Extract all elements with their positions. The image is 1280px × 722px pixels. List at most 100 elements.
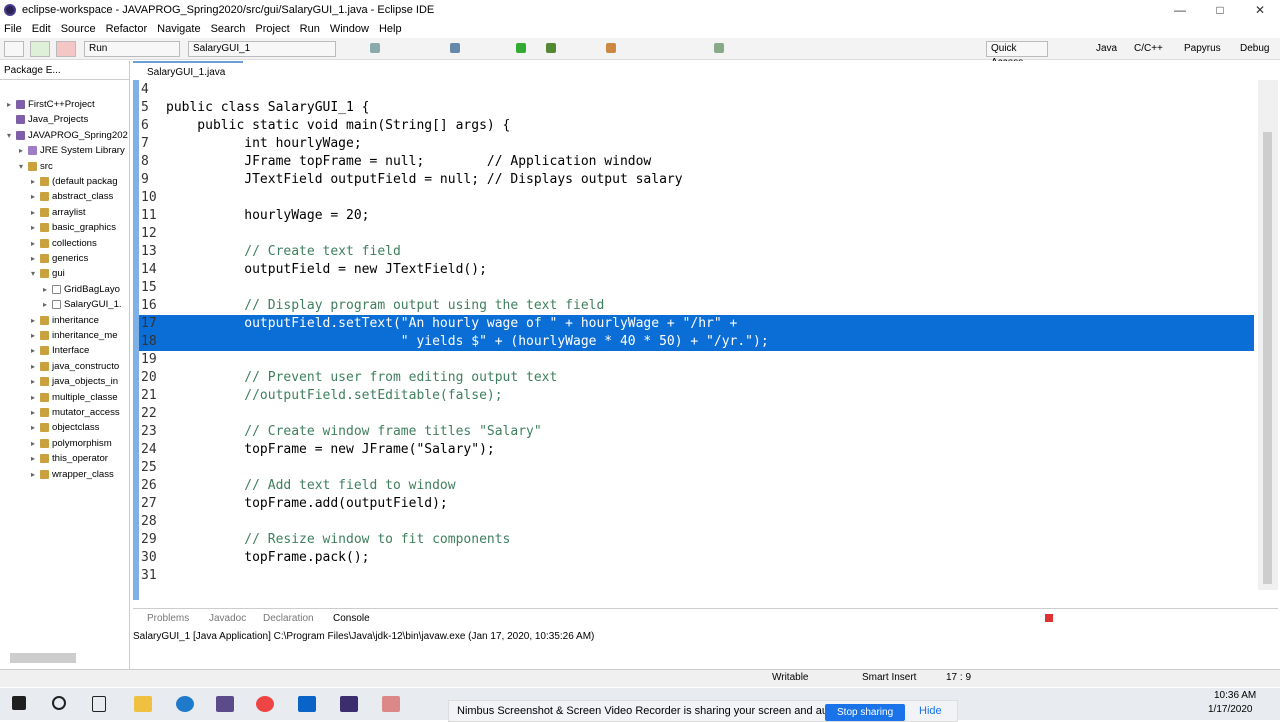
code-line[interactable]: 13 // Create text field [139, 243, 1254, 261]
expand-chevron-icon[interactable]: ▸ [4, 100, 14, 109]
tree-item[interactable]: ▸ FirstC++Project [4, 99, 95, 110]
code-line[interactable]: 18 " yields $" + (hourlyWage * 40 * 50) … [139, 333, 1254, 351]
menu-window[interactable]: Window [330, 23, 369, 35]
menu-project[interactable]: Project [255, 23, 289, 35]
code-line[interactable]: 21 //outputField.setEditable(false); [139, 387, 1254, 405]
terminate-icon[interactable] [1045, 614, 1053, 622]
save-icon[interactable] [450, 43, 460, 53]
new-icon[interactable] [370, 43, 380, 53]
tree-item[interactable]: ▸ basic_graphics [28, 222, 116, 233]
expand-chevron-icon[interactable]: ▾ [28, 269, 38, 278]
quick-access-input[interactable]: Quick Access [986, 41, 1048, 68]
code-line[interactable]: 30 topFrame.pack(); [139, 549, 1254, 567]
expand-chevron-icon[interactable]: ▸ [28, 192, 38, 201]
expand-chevron-icon[interactable]: ▸ [16, 146, 26, 155]
outlook-icon[interactable] [298, 696, 316, 712]
expand-chevron-icon[interactable]: ▸ [28, 254, 38, 263]
tree-item[interactable]: ▸ Interface [28, 345, 89, 356]
menu-file[interactable]: File [4, 23, 22, 35]
tree-item[interactable]: ▾ gui [28, 268, 65, 279]
expand-chevron-icon[interactable]: ▸ [40, 300, 50, 309]
perspective-papyrus[interactable]: Papyrus [1184, 43, 1221, 54]
code-line[interactable]: 17 outputField.setText("An hourly wage o… [139, 315, 1254, 333]
eclipse-taskbar-icon[interactable] [216, 696, 234, 712]
search-icon[interactable] [714, 43, 724, 53]
tab-javadoc[interactable]: Javadoc [209, 613, 246, 624]
tree-item[interactable]: ▸ arraylist [28, 207, 86, 218]
tree-item[interactable]: ▸ objectclass [28, 422, 99, 433]
code-line[interactable]: 25 [139, 459, 1254, 477]
java-app-icon[interactable] [382, 696, 400, 712]
tree-item[interactable]: ▸ java_objects_in [28, 376, 118, 387]
file-explorer-icon[interactable] [134, 696, 152, 712]
tree-item[interactable]: ▸ collections [28, 238, 97, 249]
tree-item[interactable]: ▸ generics [28, 253, 88, 264]
tree-item[interactable]: ▸ polymorphism [28, 438, 112, 449]
code-line[interactable]: 12 [139, 225, 1254, 243]
editor-horizontal-scrollbar[interactable] [143, 591, 1253, 603]
code-line[interactable]: 20 // Prevent user from editing output t… [139, 369, 1254, 387]
code-line[interactable]: 10 [139, 189, 1254, 207]
perspective-cpp[interactable]: C/C++ [1134, 43, 1163, 54]
tab-problems[interactable]: Problems [147, 613, 189, 624]
expand-chevron-icon[interactable]: ▸ [40, 285, 50, 294]
open-type-icon[interactable] [606, 43, 616, 53]
code-line[interactable]: 8 JFrame topFrame = null; // Application… [139, 153, 1254, 171]
run-toolbar-icon[interactable] [516, 43, 526, 53]
tree-item[interactable]: ▸ wrapper_class [28, 469, 114, 480]
coverage-icon[interactable] [546, 43, 556, 53]
tree-item[interactable]: ▸ inheritance_me [28, 330, 118, 341]
tree-item[interactable]: ▸ (default packag [28, 176, 118, 187]
code-line[interactable]: 23 // Create window frame titles "Salary… [139, 423, 1254, 441]
expand-chevron-icon[interactable]: ▸ [28, 408, 38, 417]
tree-item[interactable]: Java_Projects [4, 114, 88, 125]
code-line[interactable]: 15 [139, 279, 1254, 297]
tree-item[interactable]: ▸ mutator_access [28, 407, 120, 418]
expand-chevron-icon[interactable]: ▸ [28, 331, 38, 340]
package-explorer-tab[interactable]: Package E... [4, 65, 61, 76]
cortana-icon[interactable] [52, 696, 66, 710]
expand-chevron-icon[interactable]: ▸ [28, 377, 38, 386]
expand-chevron-icon[interactable]: ▸ [28, 239, 38, 248]
stop-sharing-button[interactable]: Stop sharing [825, 704, 906, 721]
run-config-select[interactable]: Run [84, 41, 180, 57]
launch-target-select[interactable]: SalaryGUI_1 [188, 41, 336, 57]
maximize-button[interactable]: □ [1200, 0, 1240, 20]
tree-item[interactable]: ▸ GridBagLayo [40, 284, 120, 295]
expand-chevron-icon[interactable]: ▸ [28, 346, 38, 355]
tree-scrollbar[interactable] [10, 653, 76, 663]
expand-chevron-icon[interactable]: ▸ [28, 208, 38, 217]
code-line[interactable]: 22 [139, 405, 1254, 423]
expand-chevron-icon[interactable]: ▸ [28, 423, 38, 432]
expand-chevron-icon[interactable]: ▸ [28, 362, 38, 371]
tab-declaration[interactable]: Declaration [263, 613, 314, 624]
code-line[interactable]: 26 // Add text field to window [139, 477, 1254, 495]
code-line[interactable]: 16 // Display program output using the t… [139, 297, 1254, 315]
expand-chevron-icon[interactable]: ▸ [28, 177, 38, 186]
code-line[interactable]: 31 [139, 567, 1254, 585]
menu-run[interactable]: Run [300, 23, 320, 35]
edge-icon[interactable] [176, 696, 194, 712]
expand-chevron-icon[interactable]: ▸ [28, 470, 38, 479]
expand-chevron-icon[interactable]: ▾ [4, 131, 14, 140]
tree-item[interactable]: ▸ JRE System Library [16, 145, 125, 156]
code-line[interactable]: 9 JTextField outputField = null; // Disp… [139, 171, 1254, 189]
stop-icon[interactable] [56, 41, 76, 57]
tree-item[interactable]: ▸ abstract_class [28, 191, 113, 202]
perspective-java[interactable]: Java [1096, 43, 1117, 54]
tree-item[interactable]: ▾ src [16, 161, 53, 172]
code-line[interactable]: 24 topFrame = new JFrame("Salary"); [139, 441, 1254, 459]
close-button[interactable]: ✕ [1240, 0, 1280, 20]
editor-vertical-scrollbar[interactable] [1258, 80, 1278, 590]
menu-navigate[interactable]: Navigate [157, 23, 200, 35]
menu-refactor[interactable]: Refactor [106, 23, 148, 35]
code-line[interactable]: 7 int hourlyWage; [139, 135, 1254, 153]
tree-item[interactable]: ▸ multiple_classe [28, 392, 118, 403]
code-line[interactable]: 29 // Resize window to fit components [139, 531, 1254, 549]
menu-edit[interactable]: Edit [32, 23, 51, 35]
expand-chevron-icon[interactable]: ▸ [28, 316, 38, 325]
expand-chevron-icon[interactable]: ▸ [28, 223, 38, 232]
tree-item[interactable]: ▾ JAVAPROG_Spring202 [4, 130, 128, 141]
code-line[interactable]: 11 hourlyWage = 20; [139, 207, 1254, 225]
minimize-button[interactable]: — [1160, 0, 1200, 20]
